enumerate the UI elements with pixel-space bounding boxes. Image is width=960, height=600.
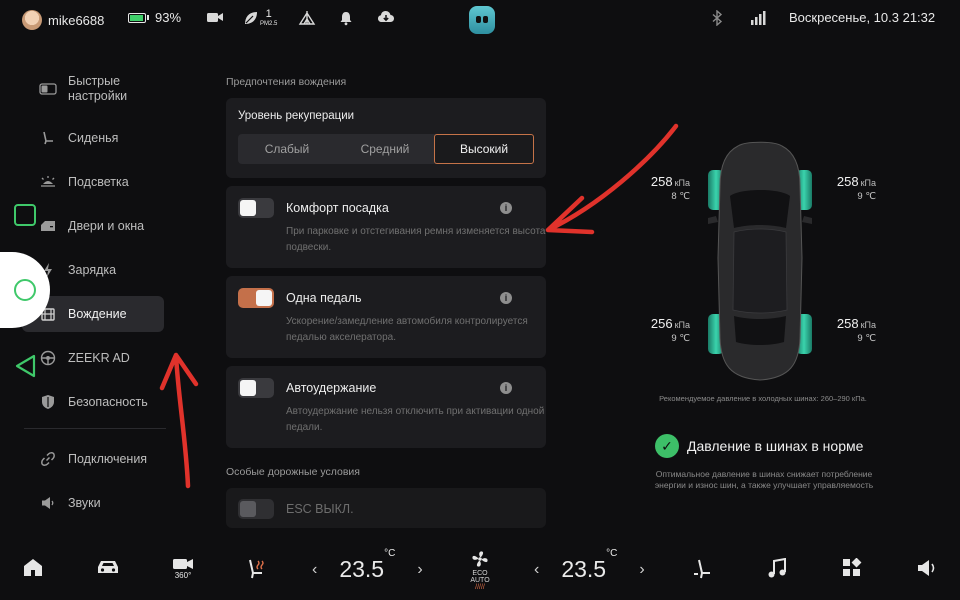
tire-reading-front-left: 258 кПа 8 ℃ xyxy=(644,174,690,202)
temp-unit: °C xyxy=(384,548,396,559)
camera-360-icon[interactable]: 360° xyxy=(172,558,194,580)
right-temp-value: 23.5 xyxy=(561,556,607,582)
pressure-unit: кПа xyxy=(674,320,690,330)
climate-left-temp: ‹ 23.5°C › xyxy=(312,548,423,583)
tire-status-text: Давление в шинах в норме xyxy=(687,438,864,454)
tire-pressure: 258 xyxy=(836,316,859,331)
temp-right-decrease-button[interactable]: ‹ xyxy=(534,561,539,579)
fan-label: ECO AUTO xyxy=(470,570,490,584)
car-roof xyxy=(732,228,788,314)
camera-360-label: 360° xyxy=(174,571,192,580)
music-icon[interactable] xyxy=(766,558,788,580)
car-top-view xyxy=(708,141,812,381)
annotation-arrow-up xyxy=(159,352,199,489)
pressure-unit: кПа xyxy=(860,320,876,330)
tire-reading-rear-left: 256 кПа 9 ℃ xyxy=(644,316,690,344)
tire-temp: 9 xyxy=(857,191,863,202)
home-icon[interactable] xyxy=(22,558,44,578)
climate-right-temp: ‹ 23.5°C › xyxy=(534,548,645,583)
car-icon[interactable] xyxy=(95,558,121,576)
temp-unit: ℃ xyxy=(865,191,876,202)
tire-reading-front-right: 258 кПа 9 ℃ xyxy=(828,174,876,202)
car-rear-window xyxy=(734,316,786,345)
temp-unit: °C xyxy=(606,548,618,559)
seat-heat-icon[interactable] xyxy=(246,558,268,580)
volume-icon[interactable] xyxy=(916,558,938,578)
apps-icon[interactable] xyxy=(842,558,862,578)
temp-unit: ℃ xyxy=(679,333,690,344)
tire-temp: 9 xyxy=(671,333,677,344)
left-temp-value: 23.5 xyxy=(339,556,385,582)
tire-temp: 8 xyxy=(671,191,677,202)
tire-temp: 9 xyxy=(857,333,863,344)
fan-icon xyxy=(472,551,488,567)
temp-left-increase-button[interactable]: › xyxy=(417,561,422,579)
tire-status: ✓ Давление в шинах в норме xyxy=(655,434,863,458)
tire-pressure: 258 xyxy=(836,174,859,189)
tire-recommendation: Рекомендуемое давление в холодных шинах:… xyxy=(659,394,867,403)
tire-reading-rear-right: 258 кПа 9 ℃ xyxy=(828,316,876,344)
seat-icon[interactable] xyxy=(690,558,712,580)
tire-pressure: 256 xyxy=(650,316,673,331)
temp-left-decrease-button[interactable]: ‹ xyxy=(312,561,317,579)
temp-right-increase-button[interactable]: › xyxy=(639,561,644,579)
tire-pressure: 258 xyxy=(650,174,673,189)
check-icon: ✓ xyxy=(655,434,679,458)
car-windshield xyxy=(730,190,790,228)
tire-status-description: Оптимальное давление в шинах снижает пот… xyxy=(654,469,874,490)
pressure-unit: кПа xyxy=(860,178,876,188)
fan-control[interactable]: ECO AUTO ///// xyxy=(462,550,498,591)
temp-unit: ℃ xyxy=(865,333,876,344)
pressure-unit: кПа xyxy=(674,178,690,188)
temp-unit: ℃ xyxy=(679,191,690,202)
fan-level-bars: ///// xyxy=(475,584,485,591)
